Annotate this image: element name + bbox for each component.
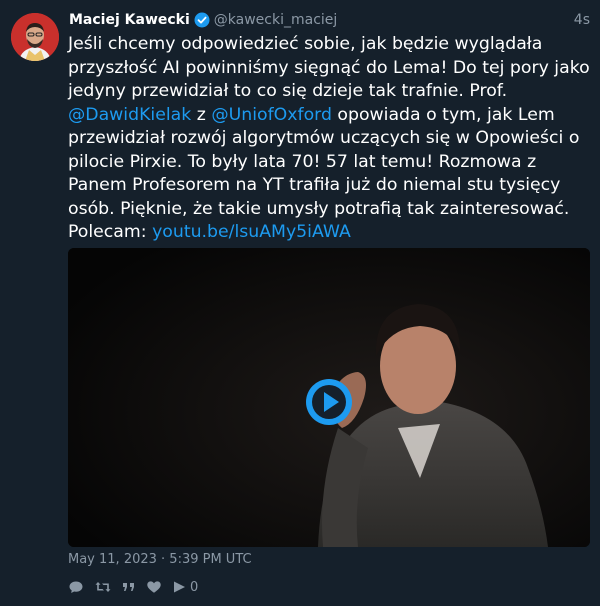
tweet-header: Maciej Kawecki @kawecki_maciej 4s [69, 10, 590, 30]
time-ago[interactable]: 4s [574, 12, 590, 28]
author-name[interactable]: Maciej Kawecki [69, 12, 190, 28]
tweet-text: Jeśli chcemy odpowiedzieć sobie, jak będ… [68, 33, 590, 245]
tweet-timestamp[interactable]: May 11, 2023 · 5:39 PM UTC [68, 552, 252, 567]
tweet-text-part: Jeśli chcemy odpowiedzieć sobie, jak będ… [68, 34, 590, 101]
view-count-icon[interactable]: 0 [172, 579, 198, 595]
like-icon[interactable] [146, 579, 162, 595]
retweet-icon[interactable] [94, 579, 112, 595]
avatar[interactable] [11, 13, 59, 61]
view-count: 0 [190, 579, 199, 595]
quote-icon[interactable] [122, 579, 136, 595]
avatar-portrait [11, 13, 59, 61]
tweet-actions: 0 [68, 578, 198, 596]
verified-badge-icon [194, 12, 210, 28]
video-thumbnail[interactable] [68, 248, 590, 547]
youtube-link[interactable]: youtu.be/lsuAMy5iAWA [152, 222, 351, 242]
mention-uniofoxford[interactable]: @UniofOxford [211, 105, 332, 125]
reply-icon[interactable] [68, 579, 84, 595]
tweet-text-part: z [191, 104, 212, 125]
play-button-icon[interactable] [304, 377, 354, 427]
author-handle[interactable]: @kawecki_maciej [214, 12, 338, 28]
mention-dawidkielak[interactable]: @DawidKielak [68, 105, 191, 125]
tweet-card: Maciej Kawecki @kawecki_maciej 4s Jeśli … [0, 0, 600, 606]
